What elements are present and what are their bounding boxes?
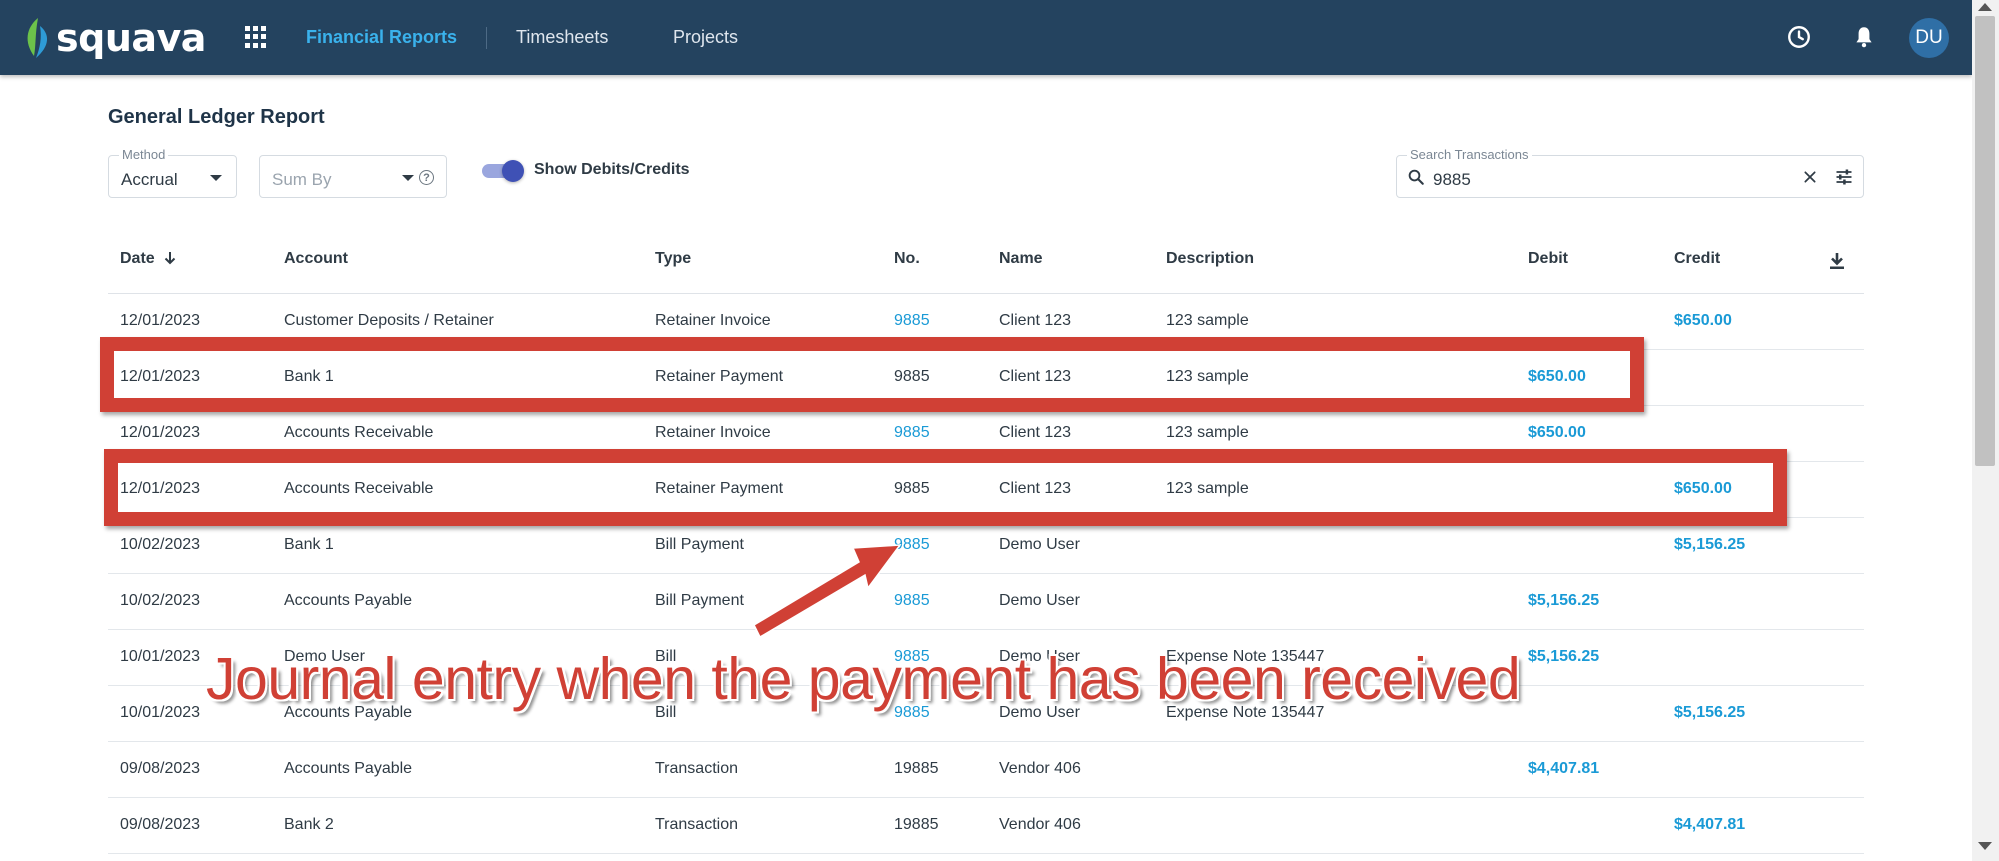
annotation-arrow-icon bbox=[753, 544, 902, 639]
annotation-callout-text: Journal entry when the payment has been … bbox=[206, 646, 1521, 712]
